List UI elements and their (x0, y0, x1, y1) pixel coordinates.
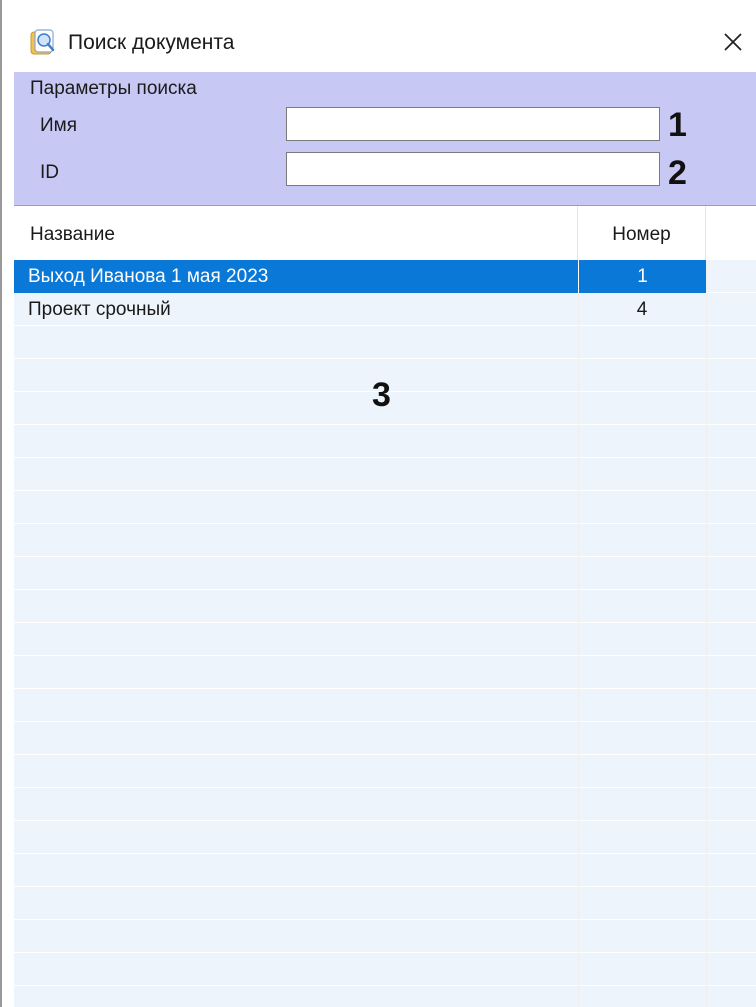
empty-grid-row (14, 821, 756, 854)
id-label: ID (40, 162, 59, 183)
row-number-cell: 4 (636, 299, 648, 320)
empty-grid-row (14, 491, 756, 524)
row-name-cell: Проект срочный (28, 299, 171, 320)
empty-grid-row (14, 623, 756, 656)
empty-grid-row (14, 656, 756, 689)
id-input[interactable] (286, 152, 660, 186)
documents-list[interactable]: Название Номер Выход Иванова 1 мая 2023 … (14, 205, 756, 1007)
row-name-cell: Выход Иванова 1 мая 2023 (28, 266, 269, 287)
empty-grid-row (14, 590, 756, 623)
empty-grid-row (14, 854, 756, 887)
empty-grid-row (14, 326, 756, 359)
callout-1: 1 (668, 106, 687, 144)
empty-grid-row (14, 458, 756, 491)
window-title: Поиск документа (68, 31, 235, 54)
name-input[interactable] (286, 107, 660, 141)
empty-grid-row (14, 920, 756, 953)
search-parameters-title: Параметры поиска (30, 78, 197, 99)
column-header-number[interactable]: Номер (578, 206, 706, 260)
title-bar: Поиск документа (2, 0, 756, 72)
list-row[interactable]: Проект срочный 4 (14, 293, 706, 326)
column-divider (578, 260, 579, 1007)
column-divider (706, 260, 707, 1007)
close-icon[interactable] (718, 27, 748, 57)
row-number-cell: 1 (578, 260, 706, 293)
empty-grid-row (14, 986, 756, 1007)
empty-grid-row (14, 953, 756, 986)
empty-grid-row (14, 524, 756, 557)
callout-2: 2 (668, 154, 687, 192)
empty-grid-row (14, 425, 756, 458)
list-row-selected[interactable]: Выход Иванова 1 мая 2023 1 (14, 260, 706, 293)
document-search-icon (30, 29, 55, 55)
empty-grid-row (14, 788, 756, 821)
empty-grid-row (14, 755, 756, 788)
search-document-window: Поиск документа Параметры поиска Имя 1 I… (0, 0, 756, 1007)
column-header-name[interactable]: Название (14, 206, 578, 260)
callout-3: 3 (372, 376, 391, 414)
empty-grid-row (14, 689, 756, 722)
name-label: Имя (40, 115, 78, 136)
search-parameters-panel: Параметры поиска Имя 1 ID 2 (14, 72, 756, 205)
empty-grid-row (14, 722, 756, 755)
empty-grid-row (14, 557, 756, 590)
list-header: Название Номер (14, 206, 756, 260)
empty-grid-row (14, 887, 756, 920)
